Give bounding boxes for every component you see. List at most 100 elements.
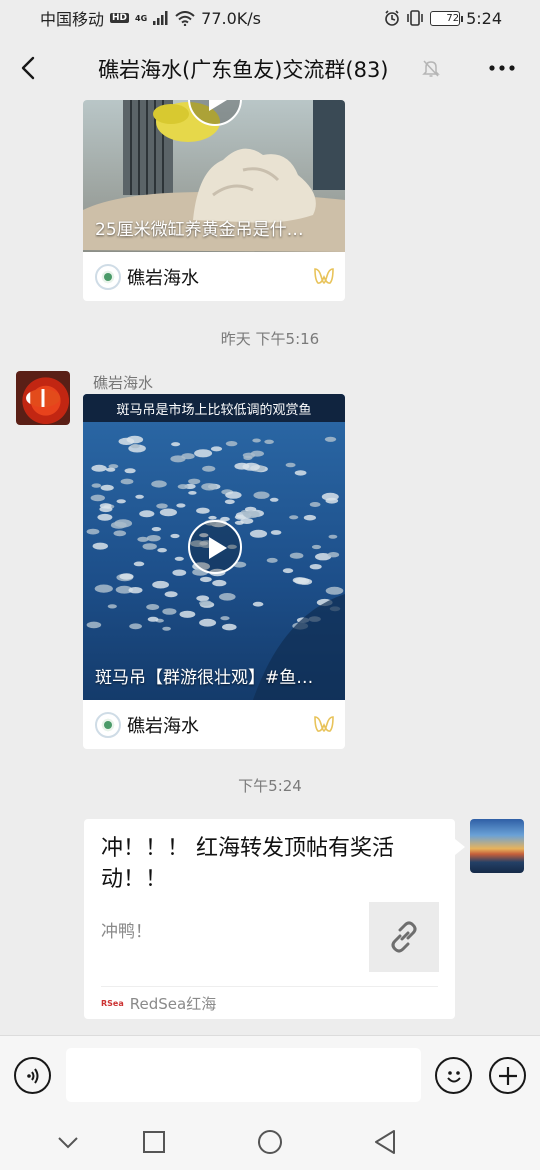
fish [116,499,126,504]
fish [225,491,242,499]
plus-button[interactable] [489,1057,526,1094]
emoji-icon [446,1070,461,1082]
fish [202,465,216,472]
video-caption-1: 25厘米微缸养黄金吊是什… [95,220,304,240]
mute-bell-icon [422,60,440,77]
fish [162,626,171,631]
fish [264,439,274,444]
link-title: 冲！！！ 红海转发顶帖有奖活动！！ [101,836,394,892]
fish [210,446,223,452]
recents-square-icon[interactable] [141,1129,167,1155]
hd-badge: HD [110,13,130,23]
fish [92,542,108,550]
source-name: RedSea红海 [129,995,217,1013]
fish [199,618,217,627]
fish [164,591,178,598]
fish [91,464,107,472]
video-banner-2: 斑马吊是市场上比较低调的观赏鱼 [116,403,312,418]
fish [110,521,127,529]
network-type: 4G [135,13,148,23]
fish [105,467,116,472]
voice-button[interactable] [14,1057,51,1094]
more-dots-icon[interactable] [488,64,516,72]
fish [172,569,187,576]
fish [86,621,102,629]
fish [170,533,180,539]
fish [146,604,160,610]
network-speed: 77.0K/s [201,8,262,28]
fish [294,577,310,585]
fish [188,491,197,495]
fish [177,484,189,490]
battery-indicator: 72 [430,10,464,26]
fish [139,510,155,518]
status-right: 72 5:24 [384,9,502,28]
fish [289,552,304,559]
video-caption-2: 斑马吊【群游很壮观】#鱼… [95,668,314,688]
fish [252,438,261,443]
video-thumbnail-2[interactable]: 斑马吊是市场上比较低调的观赏鱼 斑马吊【群游很壮观】#鱼… [83,394,345,700]
fish [222,623,237,631]
fish [220,616,230,621]
link-thumbnail [369,902,439,972]
channels-icon [314,716,334,732]
fish [324,436,337,442]
fish [201,483,218,491]
fish [240,518,254,524]
fish [321,492,339,501]
fish [294,470,307,476]
fish [174,556,184,561]
my-avatar[interactable] [470,819,524,873]
chat-messages[interactable]: 25厘米微缸养黄金吊是什… 礁岩海水 昨天 下午5:16 礁岩海水 斑马吊是市场… [0,100,540,1035]
fish [97,513,113,521]
video-card-1[interactable]: 25厘米微缸养黄金吊是什… 礁岩海水 [83,100,345,301]
video-card-2[interactable]: 斑马吊是市场上比较低调的观赏鱼 斑马吊【群游很壮观】#鱼… 礁岩海水 [83,394,345,749]
voice-icon [26,1067,38,1084]
fish [252,601,264,607]
back-triangle-icon[interactable] [372,1129,398,1155]
link-card[interactable]: 冲！！！ 红海转发顶帖有奖活动！！ 冲鸭！ RSea RedSea红海 [84,819,465,1019]
fish [86,528,100,535]
channel-name-1: 礁岩海水 [127,267,199,289]
fish [282,568,294,574]
fish [200,576,212,583]
fish [152,580,169,589]
sender-name: 礁岩海水 [93,374,154,392]
fish [118,437,135,445]
sender-avatar[interactable] [16,371,70,425]
fish [157,548,167,553]
fish [309,502,321,507]
fish [94,584,113,593]
channel-logo-icon [95,263,121,290]
back-arrow-icon[interactable] [18,54,44,82]
link-icon [391,921,417,953]
fish [253,491,270,499]
fish [243,510,260,519]
fish [309,564,322,570]
fish [179,610,196,618]
emoji-button[interactable] [435,1057,472,1094]
fish [146,535,161,542]
alarm-icon [385,10,399,26]
chat-header: 礁岩海水(广东鱼友)交流群(83) [0,36,540,100]
fish [133,561,145,567]
video-thumbnail-1[interactable]: 25厘米微缸养黄金吊是什… [83,100,345,252]
fish [171,442,181,447]
fish [196,507,210,514]
chevron-down-icon[interactable] [55,1129,81,1155]
fish [120,478,134,485]
vibrate-icon [407,10,423,26]
battery-level: 72 [446,12,460,24]
home-circle-icon[interactable] [257,1129,283,1155]
fish [269,497,279,502]
fish [91,483,102,488]
fish [170,455,186,463]
fish [142,543,157,550]
fish [285,462,296,468]
play-button-2[interactable] [188,520,242,574]
input-bar [0,1035,540,1113]
fish [225,441,238,447]
message-input[interactable] [66,1048,421,1102]
status-bar: 中国移动 HD 4G 77.0K/s 72 5:24 [0,0,540,36]
fish [199,600,212,606]
